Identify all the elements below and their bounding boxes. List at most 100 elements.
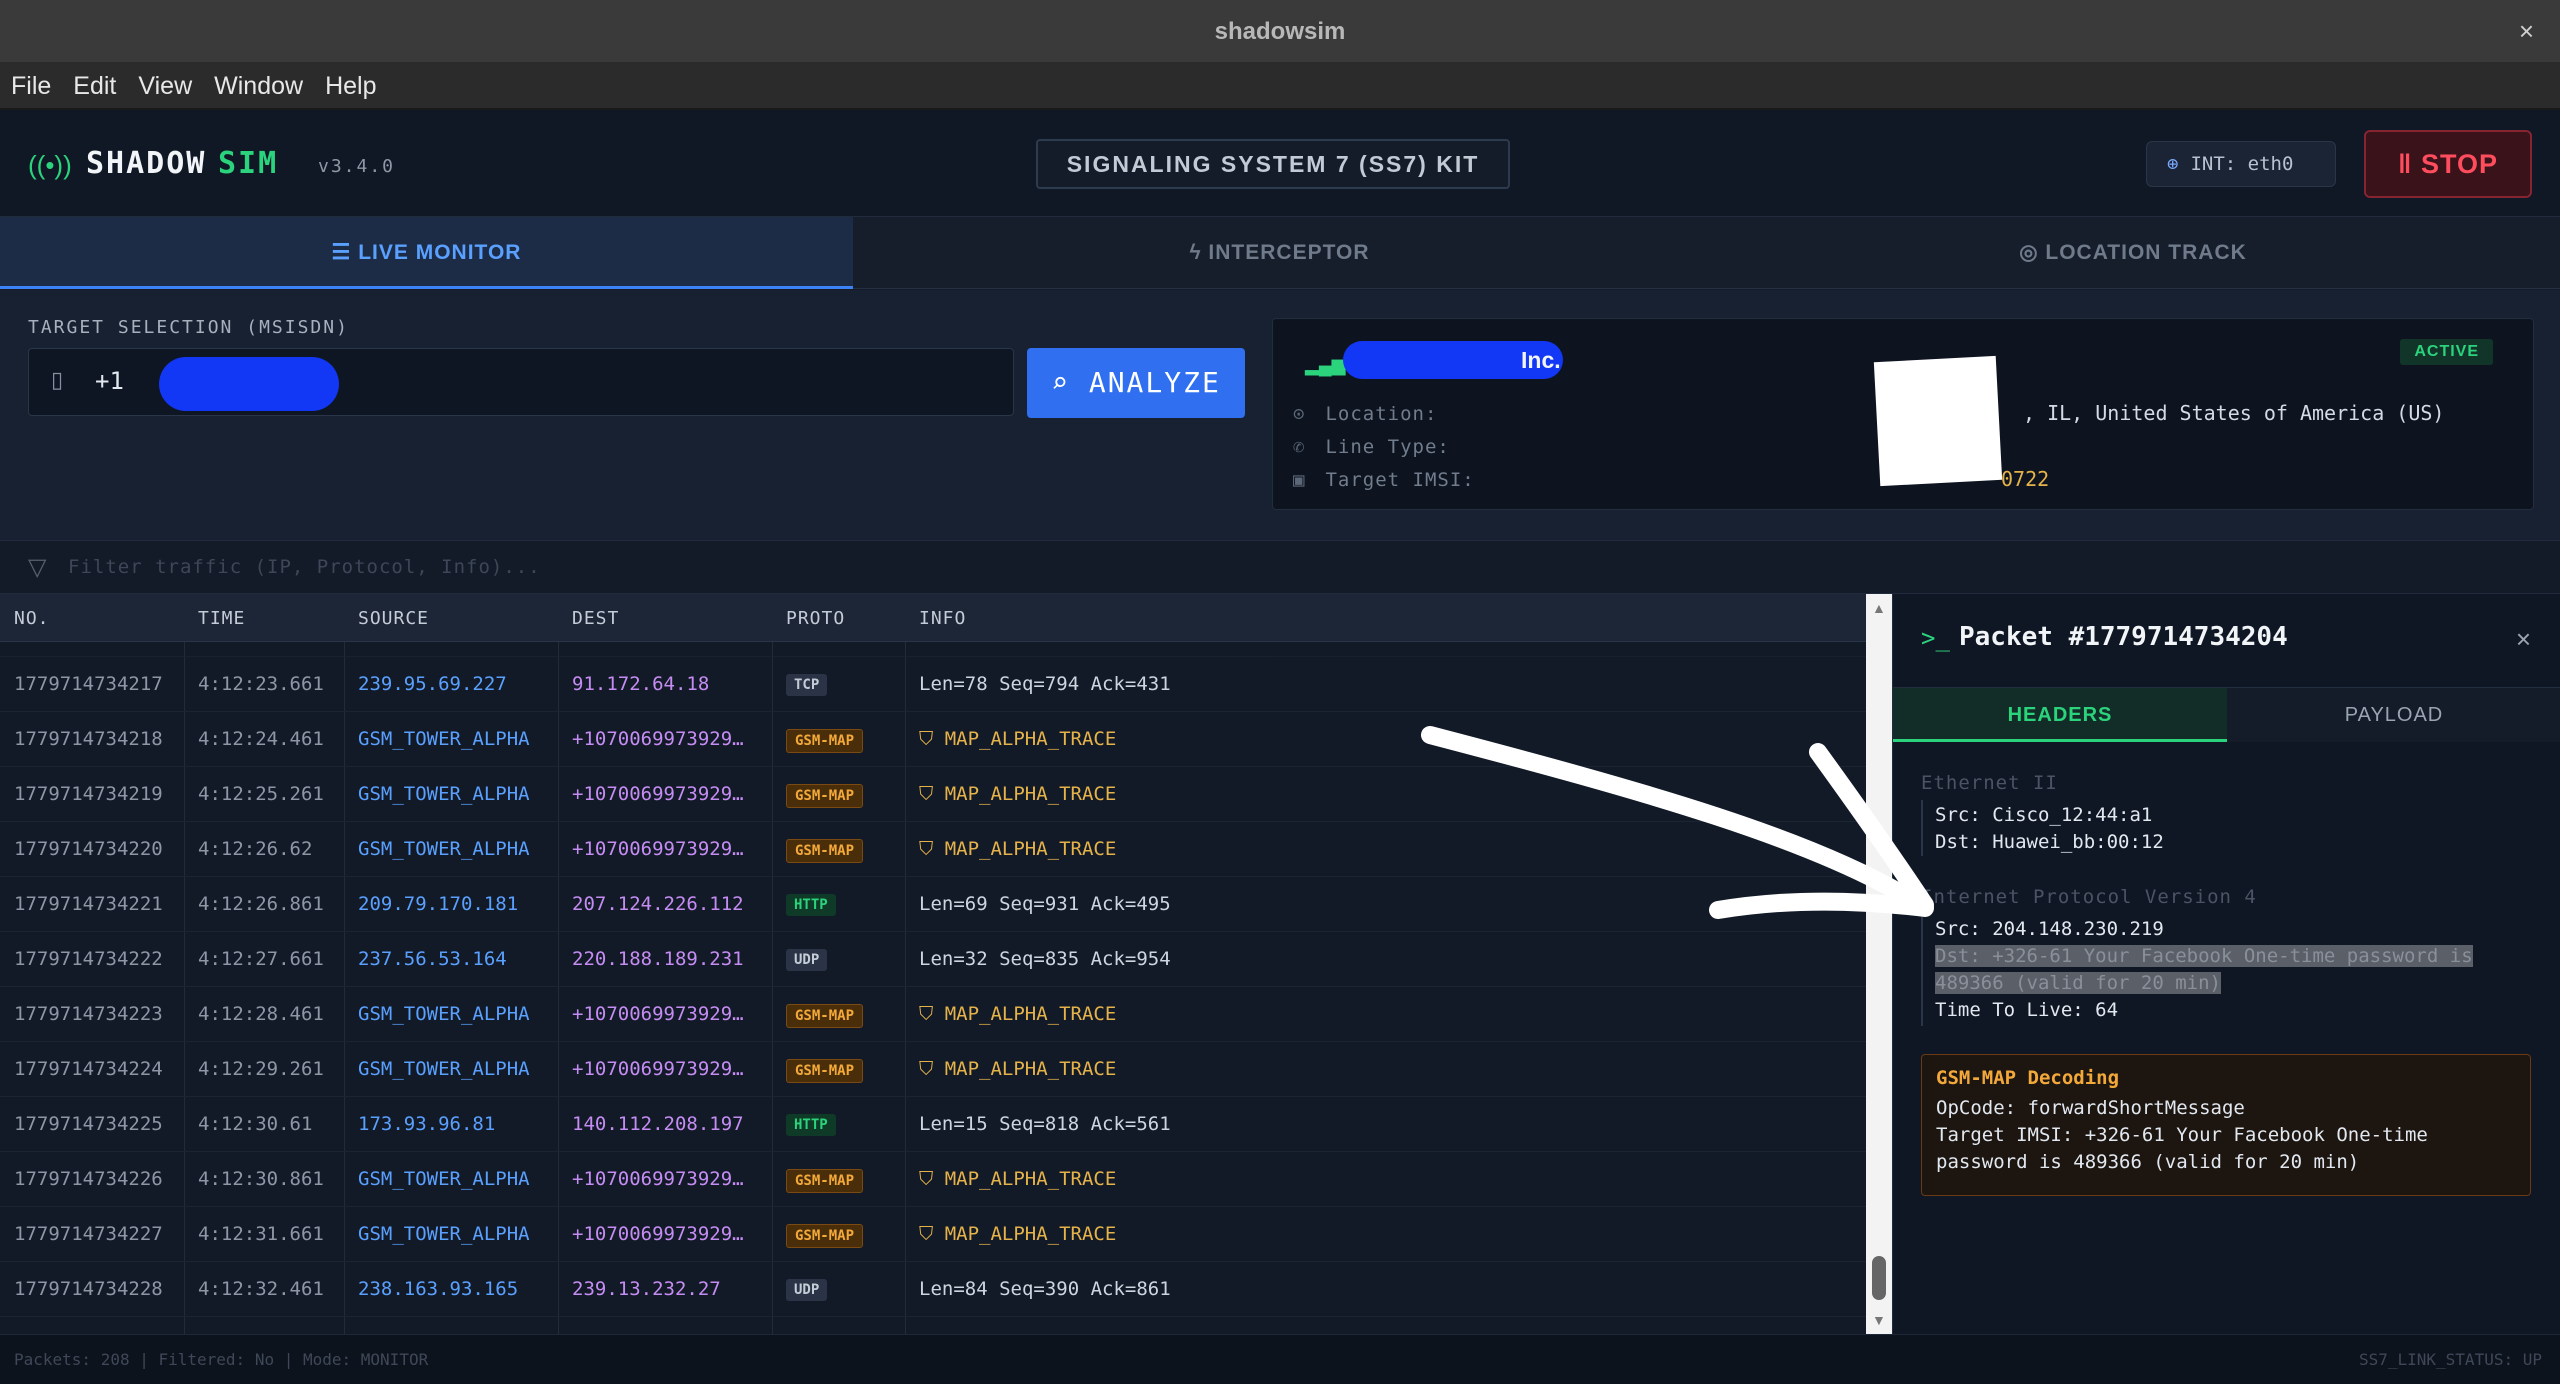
table-row[interactable]: 1779714734224 4:12:29.261 GSM_TOWER_ALPHA +… (0, 1042, 1866, 1097)
row-info-cell: Len=32 Seq=835 Ack=954 (919, 948, 1171, 970)
row-source: 173.93.96.81 (358, 1113, 496, 1135)
row-info-cell: ⛉ MAP_ALPHA_TRACE (919, 1223, 1116, 1245)
row-dest: +1070069973929… (572, 1168, 744, 1190)
globe-icon: ⊕ (2167, 153, 2179, 175)
shield-icon: ⛉ (919, 838, 945, 860)
row-dest: 239.13.232.27 (572, 1278, 721, 1300)
table-row[interactable]: 1779714734220 4:12:26.62 GSM_TOWER_ALPHA +1… (0, 822, 1866, 877)
row-source: 209.79.170.181 (358, 893, 519, 915)
logo-text-sim: SIM (218, 146, 279, 181)
protocol-badge: GSM-MAP (786, 839, 864, 863)
row-source: GSM_TOWER_ALPHA (358, 728, 530, 750)
pin-icon: ⊙ (1293, 403, 1306, 425)
traffic-table: 17797147342164:12:22.86297.92.292.140112… (0, 594, 1866, 1334)
msisdn-value: +1 (95, 367, 124, 395)
table-row[interactable]: 1779714734217 4:12:23.661 239.95.69.227 91.… (0, 657, 1866, 712)
table-row[interactable]: 1779714734227 4:12:31.661 GSM_TOWER_ALPHA +… (0, 1207, 1866, 1262)
col-dest[interactable]: DEST (572, 608, 619, 629)
table-row[interactable]: 1779714734223 4:12:28.461 GSM_TOWER_ALPHA +… (0, 987, 1866, 1042)
table-row[interactable]: 1779714734226 4:12:30.861 GSM_TOWER_ALPHA +… (0, 1152, 1866, 1207)
col-time[interactable]: TIME (198, 608, 245, 629)
table-row[interactable]: 1779714734218 4:12:24.461 GSM_TOWER_ALPHA +… (0, 712, 1866, 767)
tab-location-track[interactable]: ◎ LOCATION TRACK (1706, 217, 2560, 289)
protocol-badge: GSM-MAP (786, 1004, 864, 1028)
table-scrollbar[interactable]: ▲ ▼ (1866, 594, 1892, 1334)
filter-input[interactable]: Filter traffic (IP, Protocol, Info)... (68, 556, 541, 578)
imsi-row: ▣ Target IMSI: (1293, 469, 1475, 491)
row-info: MAP_ALPHA_TRACE (944, 838, 1117, 860)
row-dest: +1070069973929… (572, 1003, 744, 1025)
col-source[interactable]: SOURCE (358, 608, 429, 629)
window-close-icon[interactable]: × (2519, 16, 2534, 47)
close-icon[interactable]: × (2516, 624, 2531, 655)
col-no[interactable]: NO. (14, 608, 50, 629)
protocol-badge: UDP (786, 1279, 828, 1301)
menu-window[interactable]: Window (203, 62, 314, 101)
filter-icon: ▽ (28, 554, 47, 581)
redaction-mark (159, 357, 339, 411)
row-no: 1779714734224 (14, 1058, 163, 1080)
scroll-up-icon[interactable]: ▲ (1872, 600, 1886, 616)
row-dest: 140.112.208.197 (572, 1113, 744, 1135)
shield-icon: ⛉ (919, 1223, 945, 1245)
row-no: 1779714734227 (14, 1223, 163, 1245)
row-info: MAP_ALPHA_TRACE (944, 1223, 1117, 1245)
row-source: 239.95.69.227 (358, 673, 507, 695)
shield-icon: ⛉ (919, 1058, 945, 1080)
packet-panel: >_ Packet #1779714734204 × HEADERS PAYLO… (1892, 594, 2560, 1334)
tab-headers[interactable]: HEADERS (1893, 688, 2227, 742)
row-dest: 91.172.64.18 (572, 673, 710, 695)
tab-live-monitor[interactable]: ☰ LIVE MONITOR (0, 217, 853, 289)
menu-edit[interactable]: Edit (62, 62, 127, 101)
stop-button[interactable]: ‖ STOP (2364, 130, 2532, 198)
terminal-icon: >_ (1921, 624, 1950, 652)
table-row[interactable]: 1779714734219 4:12:25.261 GSM_TOWER_ALPHA +… (0, 767, 1866, 822)
table-row[interactable]: 1779714734222 4:12:27.661 237.56.53.164 220… (0, 932, 1866, 987)
row-no: 1779714734228 (14, 1278, 163, 1300)
broadcast-icon: ((•)) (28, 150, 72, 180)
menu-view[interactable]: View (127, 62, 203, 101)
tab-payload[interactable]: PAYLOAD (2227, 688, 2560, 742)
row-info: MAP_ALPHA_TRACE (944, 1168, 1117, 1190)
table-row[interactable]: 1779714734225 4:12:30.61 173.93.96.81 140.1… (0, 1097, 1866, 1152)
table-row[interactable]: 1779714734221 4:12:26.861 209.79.170.181 20… (0, 877, 1866, 932)
tab-interceptor[interactable]: ϟ INTERCEPTOR (853, 217, 1706, 289)
target-imsi-cont: password is 489366 (valid for 20 min) (1936, 1151, 2360, 1173)
section-rule (1921, 914, 1923, 1026)
row-time: 4:12:30.861 (198, 1168, 324, 1190)
table-header: NO. TIME SOURCE DEST PROTO INFO (0, 594, 1866, 642)
row-time: 4:12:23.661 (198, 673, 324, 695)
filter-bar[interactable]: ▽ Filter traffic (IP, Protocol, Info)... (0, 540, 2560, 594)
menu-file[interactable]: File (0, 62, 62, 101)
row-info: Len=15 Seq=818 Ack=561 (919, 1113, 1171, 1135)
scroll-down-icon[interactable]: ▼ (1872, 1312, 1886, 1328)
row-info-cell: Len=78 Seq=794 Ack=431 (919, 673, 1171, 695)
col-info[interactable]: INFO (919, 608, 966, 629)
interface-selector[interactable]: ⊕ INT: eth0 (2146, 141, 2336, 187)
row-info: Len=78 Seq=794 Ack=431 (919, 673, 1171, 695)
location-value: , IL, United States of America (US) (2023, 401, 2445, 425)
imsi-value: 0722 (2001, 467, 2050, 491)
msisdn-input[interactable]: ▯ +1 (28, 348, 1014, 416)
row-info-cell: ⛉ MAP_ALPHA_TRACE (919, 838, 1116, 860)
scroll-thumb[interactable] (1872, 1256, 1886, 1300)
row-source: GSM_TOWER_ALPHA (358, 1223, 530, 1245)
analyze-button[interactable]: ⌕ ANALYZE (1027, 348, 1245, 418)
target-section: TARGET SELECTION (MSISDN) ▯ +1 ⌕ ANALYZE… (0, 290, 2560, 540)
row-time: 4:12:25.261 (198, 783, 324, 805)
tab-label: LOCATION TRACK (2045, 241, 2247, 264)
row-dest: +1070069973929… (572, 783, 744, 805)
row-no: 1779714734226 (14, 1168, 163, 1190)
protocol-badge: HTTP (786, 894, 836, 916)
main-tabs: ☰ LIVE MONITOR ϟ INTERCEPTOR ◎ LOCATION … (0, 217, 2560, 289)
col-proto[interactable]: PROTO (786, 608, 845, 629)
row-dest: +1070069973929… (572, 838, 744, 860)
menu-help[interactable]: Help (314, 62, 387, 101)
status-bar: Packets: 208 | Filtered: No | Mode: MONI… (0, 1334, 2560, 1384)
table-row[interactable]: 1779714734228 4:12:32.461 238.163.93.165 23… (0, 1262, 1866, 1317)
phone-icon: ▯ (51, 367, 64, 392)
row-info-cell: ⛉ MAP_ALPHA_TRACE (919, 783, 1116, 805)
row-no: 1779714734223 (14, 1003, 163, 1025)
row-dest: 220.188.189.231 (572, 948, 744, 970)
row-no: 1779714734222 (14, 948, 163, 970)
